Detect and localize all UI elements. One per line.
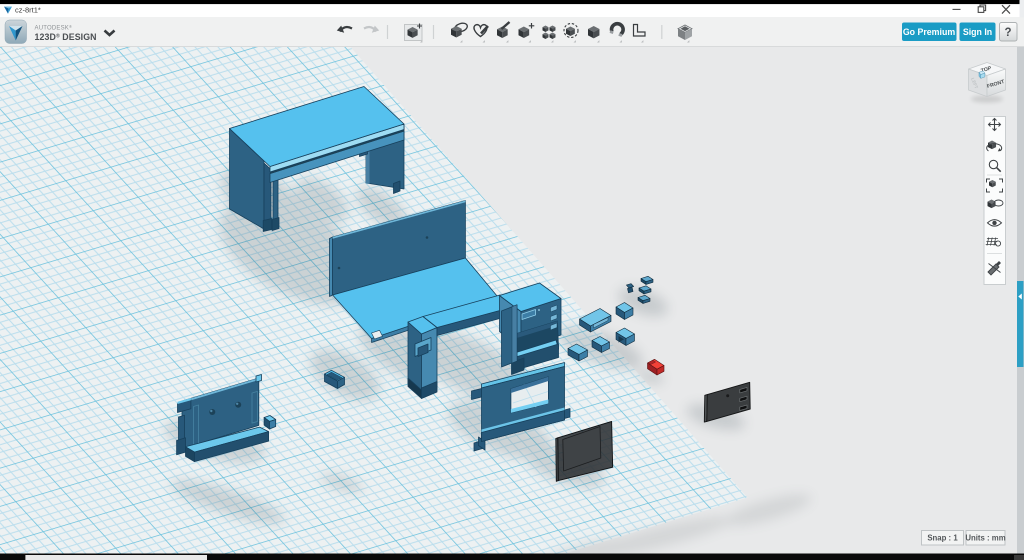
svg-text:Go Premium: Go Premium (903, 27, 955, 37)
svg-text:123D® DESIGN: 123D® DESIGN (35, 32, 97, 42)
svg-text:cz-8rt1*: cz-8rt1* (15, 6, 41, 15)
svg-text:?: ? (1004, 27, 1011, 39)
svg-text:AUTODESK®: AUTODESK® (35, 24, 73, 32)
svg-text:Snap : 1: Snap : 1 (927, 534, 958, 543)
svg-text:Sign In: Sign In (963, 27, 992, 37)
svg-text:Units : mm: Units : mm (965, 534, 1005, 543)
